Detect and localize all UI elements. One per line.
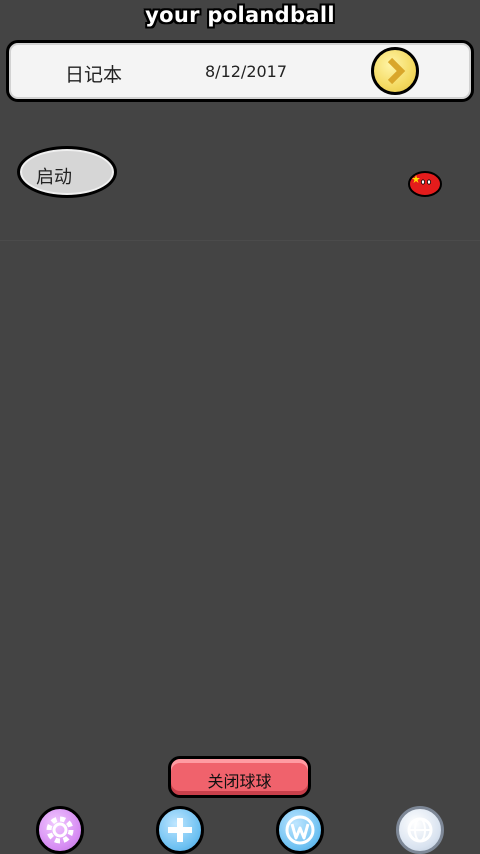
add-button[interactable]	[156, 806, 204, 854]
next-button[interactable]	[371, 47, 419, 95]
plus-icon	[168, 818, 192, 842]
header-bar: 日记本 8/12/2017	[6, 40, 474, 102]
gear-icon	[46, 816, 74, 844]
wordpress-icon	[285, 815, 315, 845]
divider	[0, 240, 480, 241]
start-button[interactable]: 启动	[17, 146, 117, 198]
chevron-right-icon	[387, 57, 406, 85]
start-label: 启动	[36, 167, 72, 188]
close-ball-button[interactable]: 关闭球球	[168, 756, 311, 798]
close-ball-label: 关闭球球	[207, 772, 272, 791]
date-label: 8/12/2017	[205, 62, 288, 81]
settings-button[interactable]	[36, 806, 84, 854]
globe-icon	[407, 817, 433, 843]
app-title: your polandball	[145, 3, 335, 27]
diary-label[interactable]: 日记本	[65, 60, 122, 87]
globe-button[interactable]	[396, 806, 444, 854]
wordpress-button[interactable]	[276, 806, 324, 854]
china-ball-icon[interactable]	[407, 168, 443, 198]
